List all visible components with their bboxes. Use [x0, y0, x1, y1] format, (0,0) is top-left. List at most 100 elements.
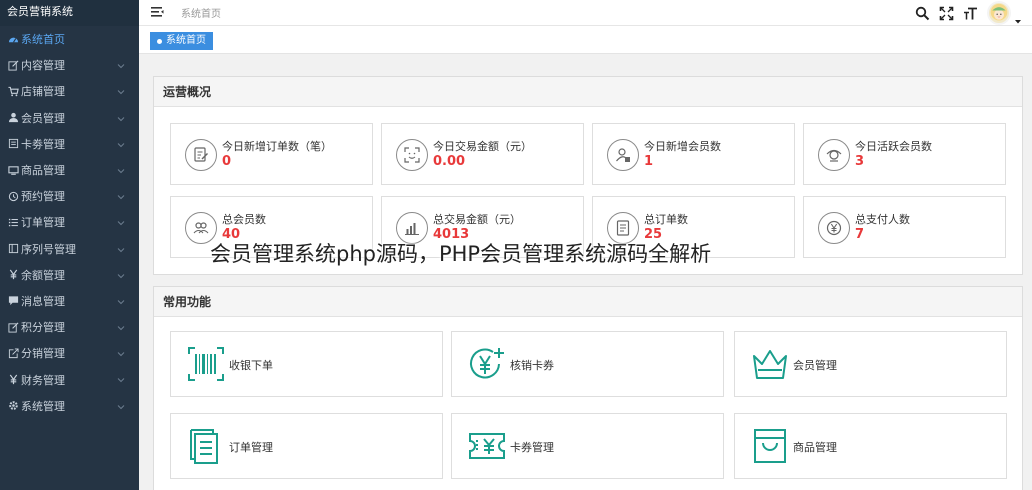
stat-card-total-payers: 总支付人数 7	[803, 196, 1006, 258]
search-icon[interactable]	[915, 6, 930, 21]
avatar[interactable]	[987, 1, 1011, 25]
sidebar-item-label: 系统管理	[21, 399, 65, 413]
functions-title: 常用功能	[154, 287, 1022, 317]
chevron-down-icon	[117, 86, 125, 95]
font-size-icon[interactable]	[963, 6, 978, 21]
sidebar-item-cards[interactable]: 卡劵管理	[0, 131, 139, 157]
breadcrumb: 系统首页	[181, 9, 221, 20]
sidebar-item-messages[interactable]: 消息管理	[0, 288, 139, 314]
top-bar: 系统首页	[139, 0, 1032, 26]
sidebar-item-system[interactable]: 系统管理	[0, 393, 139, 419]
func-label: 订单管理	[229, 441, 273, 454]
func-label: 商品管理	[793, 441, 837, 454]
stat-value: 7	[855, 227, 865, 242]
stat-card-today-active-members: 今日活跃会员数 3	[803, 123, 1006, 185]
stat-label: 今日活跃会员数	[855, 140, 932, 153]
chevron-down-icon	[117, 296, 125, 305]
sidebar-item-balance[interactable]: 余额管理	[0, 262, 139, 288]
sidebar-item-products[interactable]: 商品管理	[0, 157, 139, 183]
yen-circle-icon	[818, 212, 850, 244]
func-label: 会员管理	[793, 359, 837, 372]
dashboard-icon	[7, 33, 19, 45]
gear-icon	[7, 400, 19, 412]
func-label: 卡券管理	[510, 441, 554, 454]
sidebar-item-label: 预约管理	[21, 190, 65, 204]
stat-value: 0	[222, 154, 232, 169]
functions-panel: 常用功能 收银下单 核销卡券 会员管理 订单管理 卡券管理 商品管理	[153, 286, 1023, 490]
stat-value: 0.00	[433, 154, 466, 169]
stat-card-today-orders: 今日新增订单数（笔） 0	[170, 123, 373, 185]
finance-yen-icon	[7, 374, 19, 386]
sidebar-item-points[interactable]: 积分管理	[0, 314, 139, 340]
tab-bar: 系统首页	[139, 26, 1032, 54]
shopping-bag-icon	[750, 426, 790, 466]
clock-icon	[7, 190, 19, 202]
list-icon	[7, 216, 19, 228]
tab-label: 系统首页	[166, 35, 206, 46]
sidebar-item-store[interactable]: 店铺管理	[0, 78, 139, 104]
func-product-management-button[interactable]: 商品管理	[734, 413, 1007, 479]
sidebar-item-booking[interactable]: 预约管理	[0, 183, 139, 209]
func-member-management-button[interactable]: 会员管理	[734, 331, 1007, 397]
chevron-down-icon	[117, 322, 125, 331]
sidebar-item-label: 系统首页	[21, 33, 65, 47]
tab-home[interactable]: 系统首页	[150, 32, 213, 50]
brand-title: 会员营销系统	[0, 0, 139, 26]
chevron-down-icon	[117, 113, 125, 121]
share-icon	[7, 347, 19, 359]
user-icon	[7, 112, 19, 124]
monitor-icon	[7, 164, 19, 176]
card-icon	[7, 138, 19, 150]
watermark-caption: 会员管理系统php源码，PHP会员管理系统源码全解析	[210, 242, 712, 266]
stat-label: 今日新增会员数	[644, 140, 721, 153]
chevron-down-icon	[117, 165, 125, 174]
stat-label: 总交易金额（元）	[433, 213, 521, 226]
sidebar-item-finance[interactable]: 财务管理	[0, 366, 139, 392]
order-list-icon	[186, 426, 226, 466]
chevron-down-icon	[117, 139, 125, 147]
func-label: 收银下单	[229, 359, 273, 372]
stat-label: 今日交易金额（元）	[433, 140, 532, 153]
points-icon	[7, 321, 19, 333]
menu-toggle-icon[interactable]	[150, 5, 164, 19]
func-order-management-button[interactable]: 订单管理	[170, 413, 443, 479]
sidebar: 会员营销系统 系统首页 内容管理 店铺管理 会员管理 卡劵管理 商品管理 预约管…	[0, 0, 139, 490]
sidebar-item-label: 店铺管理	[21, 85, 65, 99]
sidebar-item-distribution[interactable]: 分销管理	[0, 340, 139, 366]
active-member-icon	[818, 139, 850, 171]
scan-icon	[396, 139, 428, 171]
scrollbar[interactable]	[1023, 54, 1032, 490]
func-coupon-management-button[interactable]: 卡券管理	[451, 413, 724, 479]
sidebar-item-label: 积分管理	[21, 321, 65, 335]
sidebar-item-label: 卡劵管理	[21, 137, 65, 151]
stat-label: 总订单数	[644, 213, 688, 226]
sidebar-item-members[interactable]: 会员管理	[0, 105, 139, 131]
sidebar-item-serials[interactable]: 序列号管理	[0, 236, 139, 262]
stat-label: 总会员数	[222, 213, 266, 226]
sidebar-item-label: 分销管理	[21, 347, 65, 361]
stat-value: 1	[644, 154, 654, 169]
func-cashier-button[interactable]: 收银下单	[170, 331, 443, 397]
ticket-icon	[467, 426, 507, 466]
member-add-icon	[607, 139, 639, 171]
stat-card-today-new-members: 今日新增会员数 1	[592, 123, 795, 185]
order-edit-icon	[185, 139, 217, 171]
stat-value: 3	[855, 154, 865, 169]
chevron-down-icon[interactable]	[1014, 15, 1022, 24]
yen-icon	[7, 269, 19, 281]
overview-title: 运营概况	[154, 77, 1022, 107]
crown-icon	[750, 344, 790, 384]
sidebar-item-content[interactable]: 内容管理	[0, 52, 139, 78]
sidebar-item-label: 消息管理	[21, 294, 65, 308]
func-redeem-coupon-button[interactable]: 核销卡券	[451, 331, 724, 397]
sidebar-item-label: 财务管理	[21, 373, 65, 387]
chevron-down-icon	[117, 60, 125, 69]
stat-label: 总支付人数	[855, 213, 910, 226]
top-actions	[915, 1, 1022, 25]
sidebar-item-orders[interactable]: 订单管理	[0, 209, 139, 235]
message-icon	[7, 295, 19, 307]
sidebar-item-label: 订单管理	[21, 216, 65, 230]
cart-icon	[7, 85, 19, 97]
sidebar-item-home[interactable]: 系统首页	[0, 26, 139, 52]
fullscreen-icon[interactable]	[939, 6, 954, 21]
